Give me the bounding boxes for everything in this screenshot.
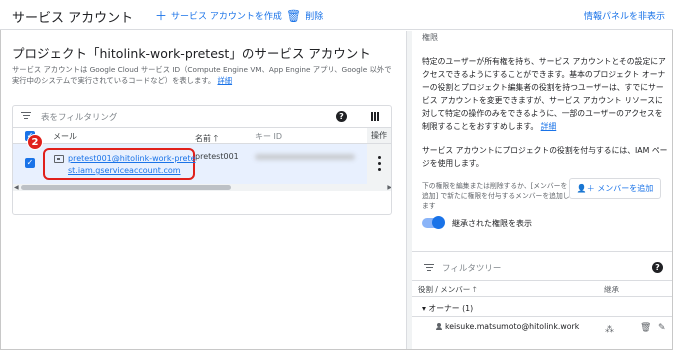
filter-icon	[21, 112, 31, 120]
add-member-label: メンバーを追加	[597, 184, 654, 193]
column-header-email: メール	[53, 132, 77, 141]
create-service-account-label: サービス アカウントを作成	[171, 12, 282, 22]
column-header-inherited: 継承	[604, 285, 619, 294]
filter-icon	[424, 264, 434, 272]
member-email: keisuke.matsumoto@hitolink.work	[445, 322, 580, 331]
column-header-role-member[interactable]: 役割 / メンバー 🡑	[418, 284, 477, 297]
service-account-icon	[54, 155, 64, 163]
scrollbar-thumb[interactable]	[21, 185, 231, 190]
divider	[412, 251, 672, 252]
delete-label: 削除	[305, 12, 324, 22]
callout-highlight-box: pretest001@hitolink-work-pretest.iam.gse…	[43, 148, 196, 180]
key-id-redacted	[255, 154, 355, 160]
row-actions-menu-icon[interactable]	[367, 144, 391, 184]
plus-icon: ＋	[155, 8, 168, 23]
permissions-info-text: 特定のユーザーが所有権を持ち、サービス アカウントとその設定にアクセスできるよう…	[422, 55, 668, 133]
info-panel: 権限 特定のユーザーが所有権を持ち、サービス アカウントとその設定にアクセスでき…	[412, 31, 672, 349]
grant-role-text: サービス アカウントにプロジェクトの役割を付与するには、IAM ページを使用しま…	[422, 146, 668, 168]
top-toolbar: サービス アカウント ＋ サービス アカウントを作成 🗑 削除 情報パネルを非表…	[0, 0, 673, 30]
sort-ascending-icon: 🡑	[213, 134, 219, 144]
show-inherited-permissions-label: 継承された権限を表示	[452, 219, 532, 228]
owner-role-label: オーナー (1)	[428, 304, 474, 313]
service-account-table: 表をフィルタリング ? ✓ メール 名前 🡑 キー ID 操作 ✓ pretes…	[12, 105, 392, 215]
description-text: サービス アカウントは Google Cloud サービス ID（Compute…	[12, 65, 392, 85]
help-icon[interactable]: ?	[652, 262, 663, 273]
inherited-icon: ⁂	[605, 325, 614, 335]
owner-role-group[interactable]: ▾ オーナー (1)	[422, 303, 473, 314]
delete-member-icon[interactable]: 🗑	[640, 323, 651, 333]
step-callout-badge: 2	[27, 134, 43, 150]
column-display-options-icon[interactable]	[371, 112, 380, 121]
trash-icon: 🗑	[286, 8, 302, 23]
row-checkbox[interactable]: ✓	[25, 158, 35, 168]
table-filter-input[interactable]: 表をフィルタリング	[41, 111, 117, 123]
person-icon	[436, 323, 442, 330]
collapse-triangle-icon: ▾	[422, 304, 426, 313]
hide-info-panel-button[interactable]: 情報パネルを非表示	[584, 9, 665, 22]
column-header-actions: 操作	[367, 128, 391, 143]
add-person-icon: 👤＋	[576, 184, 595, 193]
role-tree-header: 役割 / メンバー 🡑 継承	[412, 280, 672, 297]
add-member-button[interactable]: 👤＋ メンバーを追加	[569, 178, 661, 199]
service-account-name: pretest001	[195, 152, 239, 161]
delete-button[interactable]: 🗑 削除	[286, 8, 324, 23]
description-learn-more-link[interactable]: 詳細	[217, 76, 232, 85]
table-row[interactable]: ✓ pretest001@hitolink-work-pretest.iam.g…	[13, 144, 391, 184]
sort-ascending-icon: 🡑	[472, 285, 477, 294]
page-description: サービス アカウントは Google Cloud サービス ID（Compute…	[12, 64, 392, 86]
role-member-row: keisuke.matsumoto@hitolink.work ⁂ 🗑 ✎	[412, 316, 672, 349]
show-inherited-permissions-toggle[interactable]	[422, 216, 445, 229]
horizontal-scrollbar[interactable]: ◀ ▶	[13, 184, 391, 191]
column-header-role-member-label: 役割 / メンバー	[418, 285, 471, 294]
service-account-list-panel: プロジェクト「hitolink-work-pretest」のサービス アカウント…	[0, 31, 406, 349]
table-header: ✓ メール 名前 🡑 キー ID 操作	[13, 128, 391, 144]
page-title: サービス アカウント	[12, 11, 134, 26]
create-service-account-button[interactable]: ＋ サービス アカウントを作成	[155, 8, 282, 23]
permissions-info-body: 特定のユーザーが所有権を持ち、サービス アカウントとその設定にアクセスできるよう…	[422, 57, 666, 131]
permissions-learn-more-link[interactable]: 詳細	[541, 122, 557, 131]
table-filter-bar: 表をフィルタリング ?	[13, 106, 391, 128]
edit-permissions-note: 下の権限を編集または削除するか、[メンバーを追加] で新たに権限を付与するメンバ…	[422, 182, 570, 210]
service-account-email-link[interactable]: pretest001@hitolink-work-pretest.iam.gse…	[68, 153, 196, 177]
permissions-section-title: 権限	[422, 33, 438, 42]
help-icon[interactable]: ?	[336, 111, 347, 122]
edit-member-icon[interactable]: ✎	[658, 323, 666, 333]
scroll-left-icon[interactable]: ◀	[14, 184, 19, 191]
filter-tree-input[interactable]: フィルタツリー	[442, 262, 501, 274]
column-header-key-id: キー ID	[255, 132, 283, 141]
scroll-right-icon[interactable]: ▶	[387, 184, 391, 191]
column-header-name-label: 名前	[195, 134, 211, 143]
project-title: プロジェクト「hitolink-work-pretest」のサービス アカウント	[12, 46, 371, 61]
